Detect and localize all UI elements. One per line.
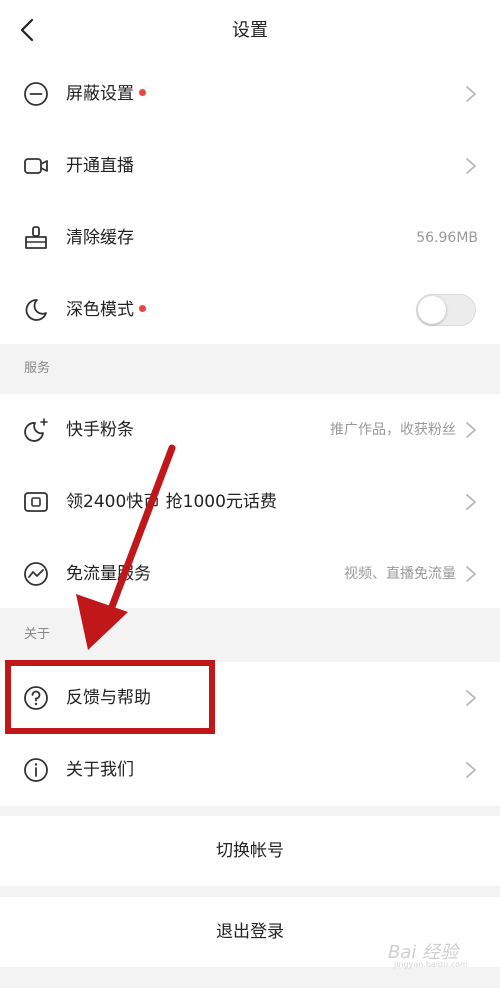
moon-icon [25, 299, 47, 321]
open-live-label: 开通直播 [66, 156, 134, 176]
open-live-row[interactable]: 开通直播 [0, 130, 500, 202]
about-us-label: 关于我们 [66, 760, 134, 780]
blocked-settings-label: 屏蔽设置 [66, 58, 146, 130]
kuaishou-fans-desc: 推广作品，收获粉丝 [330, 422, 456, 438]
chevron-right-icon [466, 690, 476, 706]
about-us-row[interactable]: 关于我们 [0, 734, 500, 806]
clear-cache-label: 清除缓存 [66, 228, 134, 248]
watermark-sub: jingyan.baidu.com [394, 960, 468, 969]
general-settings-group: 屏蔽设置 开通直播 清除缓存 56.96MB 深色模式 [0, 58, 500, 344]
toggle-knob [418, 296, 446, 324]
switch-account-button[interactable]: 切换帐号 [0, 816, 500, 886]
kuaishou-fans-label: 快手粉条 [66, 420, 134, 440]
trend-line-icon [24, 562, 48, 586]
services-section-title: 服务 [24, 361, 51, 376]
kuaishou-fans-row[interactable]: 快手粉条 推广作品，收获粉丝 [0, 394, 500, 466]
about-section-title: 关于 [24, 627, 51, 642]
coin-promo-label: 领2400快币 抢1000元话费 [66, 492, 277, 512]
minus-circle-icon [24, 82, 48, 106]
chevron-right-icon [466, 762, 476, 778]
new-badge-dot [139, 304, 146, 312]
video-camera-icon [24, 158, 48, 174]
chevron-right-icon [466, 86, 476, 102]
chevron-right-icon [466, 566, 476, 582]
blocked-settings-row[interactable]: 屏蔽设置 [0, 58, 500, 130]
free-data-row[interactable]: 免流量服务 视频、直播免流量 [0, 538, 500, 610]
chevron-right-icon [466, 494, 476, 510]
chevron-right-icon [466, 422, 476, 438]
cache-size-value: 56.96MB [416, 230, 478, 246]
new-badge-dot [139, 88, 146, 96]
dark-mode-toggle[interactable] [416, 294, 476, 326]
highlight-box [5, 660, 215, 734]
coin-card-icon [24, 492, 48, 512]
coin-promo-row[interactable]: 领2400快币 抢1000元话费 [0, 466, 500, 538]
page-title: 设置 [232, 20, 268, 41]
services-group: 快手粉条 推广作品，收获粉丝 领2400快币 抢1000元话费 免流量服务 视频… [0, 394, 500, 608]
dark-mode-row: 深色模式 [0, 274, 500, 346]
chevron-right-icon [466, 158, 476, 174]
free-data-label: 免流量服务 [66, 564, 151, 584]
top-bar: 设置 [0, 0, 500, 62]
sparkle-icon [24, 418, 48, 442]
info-circle-icon [24, 758, 48, 782]
clear-cache-row[interactable]: 清除缓存 56.96MB [0, 202, 500, 274]
brush-icon [25, 226, 47, 249]
baidu-watermark: Bai 经验 jingyan.baidu.com [380, 930, 490, 970]
free-data-desc: 视频、直播免流量 [344, 566, 456, 582]
dark-mode-label: 深色模式 [66, 274, 146, 346]
